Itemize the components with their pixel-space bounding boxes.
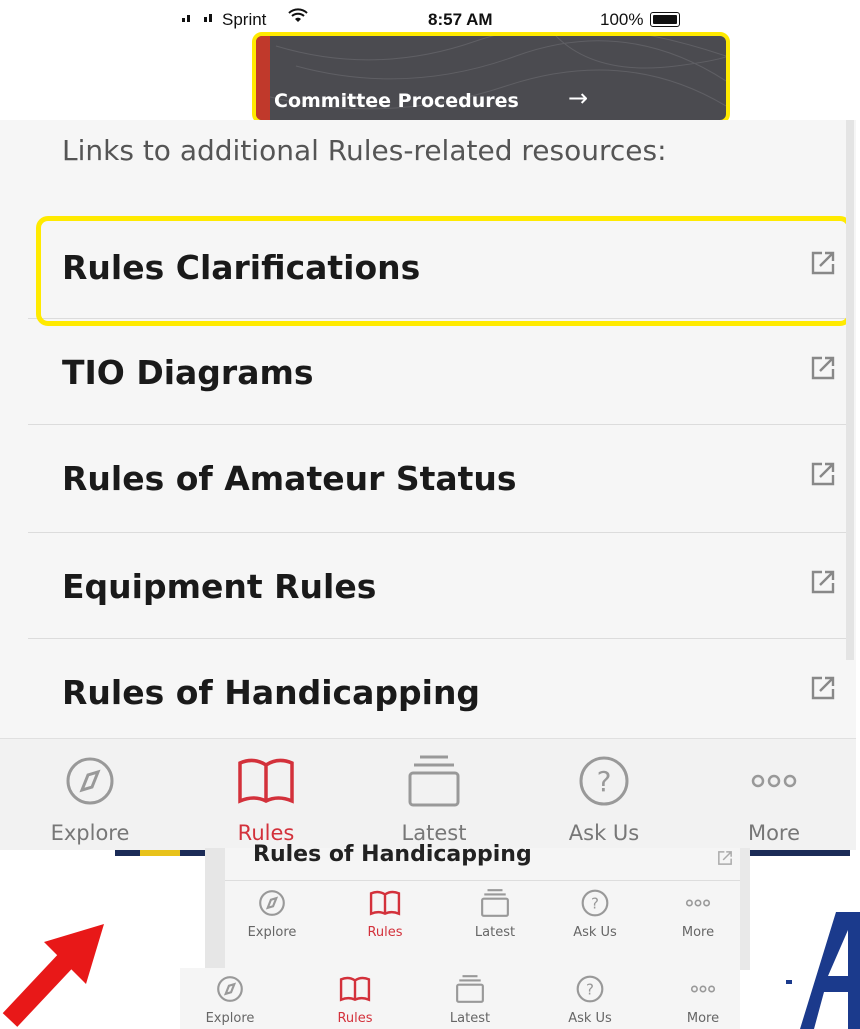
divider [225,880,750,881]
tab-latest[interactable]: Latest [374,739,494,850]
card-accent-stripe [256,36,270,120]
mini-tab-label: Explore [205,1011,255,1026]
mini-tab-label: More [686,1011,720,1026]
mini-tab-label: Ask Us [573,925,617,940]
external-link-icon [811,570,835,594]
svg-text:?: ? [591,894,599,912]
mini-tab-label: More [681,925,715,940]
mini-tab-label: Ask Us [568,1011,612,1026]
list-item-equipment-rules[interactable]: Equipment Rules [28,532,854,637]
battery-percent: 100% [600,10,644,29]
external-link-icon [718,851,732,865]
carrier-name: Sprint [222,10,267,29]
svg-text:?: ? [597,765,612,798]
tab-label: More [747,821,801,845]
book-icon [339,976,371,1002]
signal-bar [187,15,190,22]
book-icon [238,758,294,804]
list-item-label: TIO Diagrams [62,353,314,392]
mini-tab-label: Rules [337,1011,373,1026]
committee-procedures-card[interactable]: Committee Procedures → [252,32,730,124]
stack-icon [408,755,460,807]
card-label: Committee Procedures [274,90,519,112]
external-link-icon [811,676,835,700]
tab-more[interactable]: More [714,739,834,850]
mini-list-item-label: Rules of Handicapping [253,842,532,867]
svg-text:?: ? [586,980,594,998]
scrollbar[interactable] [846,120,854,660]
tab-rules[interactable]: Rules [206,739,326,850]
highlight-box [36,216,852,326]
list-item-label: Rules of Handicapping [62,673,481,712]
signal-bar [182,18,185,22]
compass-icon [259,890,285,916]
external-link-icon [811,462,835,486]
tab-bar: Explore Rules Latest ? Ask Us More [0,738,856,850]
wifi-icon [288,8,308,29]
clock: 8:57 AM [428,10,493,29]
mini-scrollbar [740,848,750,970]
more-dots-icon [751,774,797,788]
rules-resources-panel: Links to additional Rules-related resour… [0,120,856,850]
external-link-icon [811,356,835,380]
mini-tab-label: Rules [367,925,403,940]
tab-explore[interactable]: Explore [30,739,150,850]
tab-ask-us[interactable]: ? Ask Us [544,739,664,850]
mini-screenshot-2: Explore Rules Latest ? Ask Us More [180,968,740,1029]
list-item-rules-of-amateur-status[interactable]: Rules of Amateur Status [28,424,854,529]
more-dots-icon [690,985,716,993]
intro-text: Links to additional Rules-related resour… [62,134,667,167]
stack-icon [456,975,484,1003]
signal-bar [204,17,207,22]
battery-icon [650,12,680,27]
mini-sidebar [205,848,225,970]
tab-label: Ask Us [568,821,640,845]
tab-label: Explore [50,821,130,845]
logo-partial [786,912,860,1029]
list-item-label: Equipment Rules [62,567,377,606]
compass-icon [66,757,114,805]
mini-tab-label: Explore [247,925,297,940]
mini-tab-label: Latest [474,925,516,940]
book-icon [369,890,401,916]
compass-icon [217,976,243,1002]
red-arrow-annotation [2,924,104,1027]
list-item-label: Rules of Amateur Status [62,459,517,498]
more-dots-icon [685,899,711,907]
background-banner-accent [140,850,180,856]
stack-icon [481,889,509,917]
signal-bar [209,14,212,22]
question-icon: ? [579,756,629,806]
question-icon: ? [576,975,604,1003]
mini-screenshot-1: Rules of Handicapping Explore Rules Late… [205,842,750,970]
arrow-right-icon: → [568,84,589,112]
list-item-rules-of-handicapping[interactable]: Rules of Handicapping [28,638,854,743]
list-item-tio-diagrams[interactable]: TIO Diagrams [28,318,854,423]
question-icon: ? [581,889,609,917]
mini-tab-label: Latest [449,1011,491,1026]
